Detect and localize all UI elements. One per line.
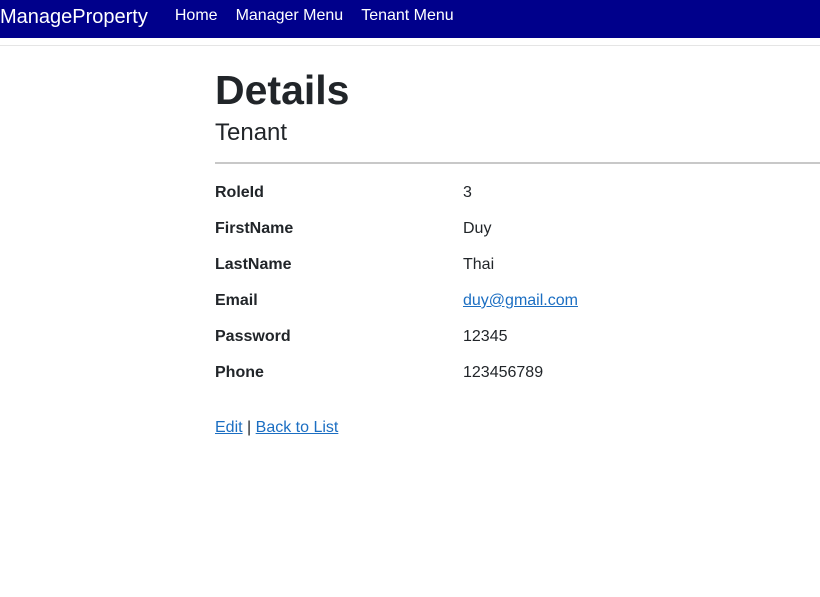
detail-label-email: Email [215,291,258,309]
top-navbar: ManageProperty Home Manager Menu Tenant … [0,0,820,38]
page-subtitle: Tenant [215,119,288,147]
detail-value-lastname: Thai [463,255,495,273]
page-title: Details [215,67,350,113]
detail-label-roleid: RoleId [215,183,264,201]
detail-value-firstname: Duy [463,219,492,237]
back-to-list-link[interactable]: Back to List [256,419,339,436]
detail-label-lastname: LastName [215,255,292,273]
main-content: Details Tenant RoleId 3 FirstName Duy La… [215,66,820,440]
detail-value-email: duy@gmail.com [463,289,820,313]
edit-link[interactable]: Edit [215,419,243,436]
actions-separator: | [247,418,252,436]
email-link[interactable]: duy@gmail.com [463,292,578,309]
details-list: RoleId 3 FirstName Duy LastName Thai Ema… [215,181,820,385]
navbar-divider [0,45,820,46]
detail-label-phone: Phone [215,363,264,381]
detail-value-roleid: 3 [463,183,472,201]
nav-tenant-menu-link[interactable]: Tenant Menu [361,7,454,25]
detail-value-password: 12345 [463,327,508,345]
brand-link[interactable]: ManageProperty [0,7,148,27]
nav-home-link[interactable]: Home [175,7,218,25]
detail-value-phone: 123456789 [463,363,544,381]
nav-manager-menu-link[interactable]: Manager Menu [236,7,344,25]
nav-links: Home Manager Menu Tenant Menu [175,7,472,25]
detail-label-firstname: FirstName [215,219,294,237]
detail-label-password: Password [215,327,291,345]
section-divider [215,161,820,164]
actions-row: Edit | Back to List [215,416,820,440]
